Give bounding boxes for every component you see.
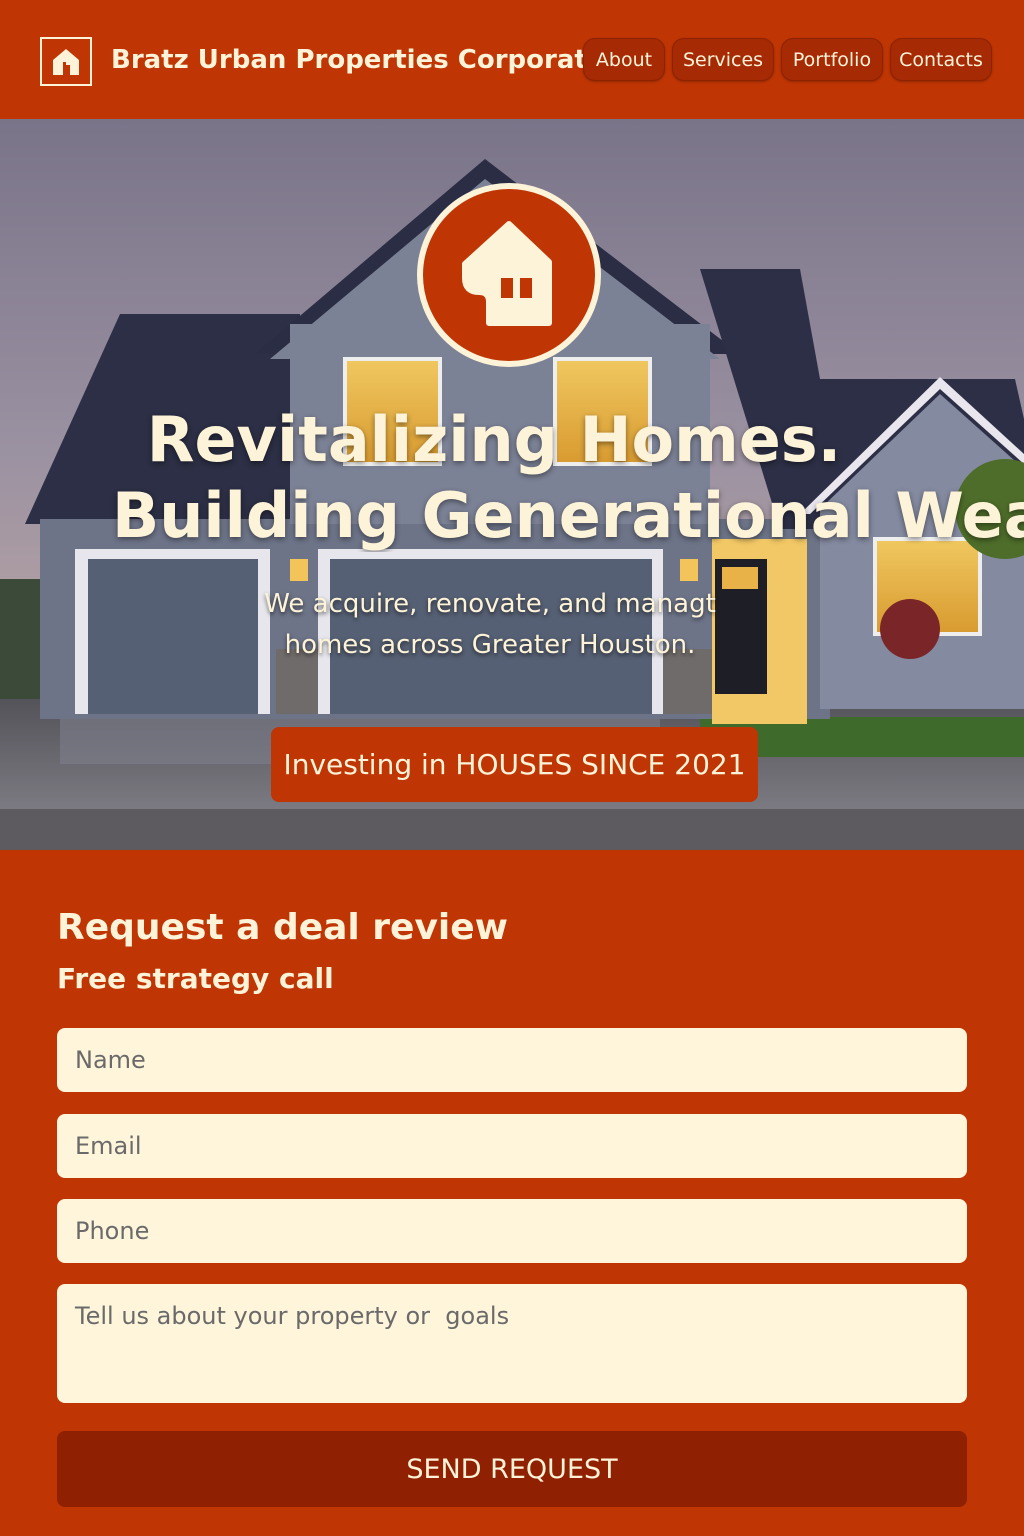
site-header: Bratz Urban Properties Corporation About… (0, 0, 1024, 119)
house-icon (462, 221, 552, 326)
hero-emblem (417, 183, 601, 367)
nav-about[interactable]: About (583, 38, 665, 81)
message-textarea[interactable] (57, 1284, 967, 1403)
phone-input[interactable] (57, 1199, 967, 1263)
since-badge: Investing in HOUSES SINCE 2021 (271, 727, 758, 802)
logo[interactable] (40, 37, 92, 86)
nav-contacts[interactable]: Contacts (890, 38, 992, 81)
form-title: Request a deal review (57, 907, 508, 948)
brand-name[interactable]: Bratz Urban Properties Corporation (111, 42, 583, 78)
hero-title-line2-text: Building Generational Wealth (112, 479, 1024, 552)
name-input[interactable] (57, 1028, 967, 1092)
nav-portfolio[interactable]: Portfolio (781, 38, 883, 81)
form-subtitle: Free strategy call (57, 962, 334, 995)
email-input[interactable] (57, 1114, 967, 1178)
hero-title-line2: Building Generational Wealth (54, 479, 1024, 552)
hero-section: Revitalizing Homes. Building Generationa… (0, 119, 1024, 850)
hero-subtitle: We acquire, renovate, and managt homes a… (264, 589, 716, 660)
nav-services[interactable]: Services (672, 38, 774, 81)
house-icon (53, 48, 79, 75)
send-request-button[interactable]: SEND REQUEST (57, 1431, 967, 1507)
hero-title-line1: Revitalizing Homes. (146, 403, 842, 476)
